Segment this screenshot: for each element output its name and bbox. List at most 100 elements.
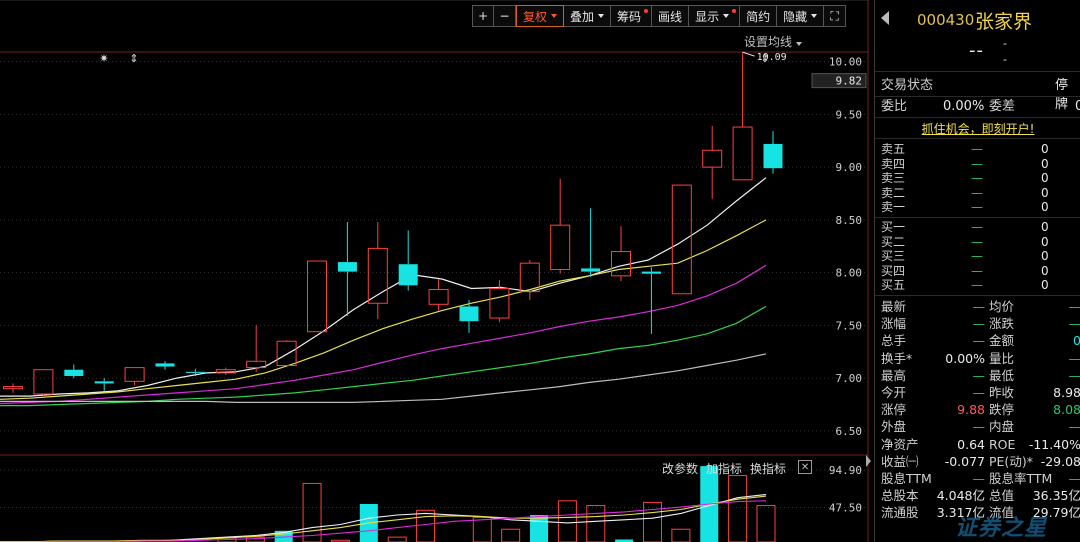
buy-level-1[interactable]: 买一 — 0	[881, 220, 1080, 234]
stock-name: 张家界	[975, 11, 1033, 33]
candle	[732, 52, 753, 181]
weicha-value: 0	[1075, 99, 1080, 114]
level-volume: 0	[1041, 278, 1049, 292]
quote-label: 金额	[989, 333, 1015, 349]
buy-level-3[interactable]: 买三 — 0	[881, 249, 1080, 263]
level-label: 买三	[881, 249, 906, 263]
volume-bar	[756, 505, 776, 542]
level-volume: 0	[1041, 234, 1049, 249]
candle	[519, 259, 540, 301]
volume-bar	[557, 500, 577, 542]
quote-label: 收益㈠	[881, 453, 919, 469]
level-label: 买四	[881, 263, 906, 278]
open-account-link[interactable]: 抓住机会，即刻开户!	[875, 120, 1080, 137]
quote-value: 8.08	[1053, 402, 1080, 418]
quote-row: 最高 — 最低 —	[881, 367, 1080, 384]
quote-value: —	[972, 419, 986, 435]
candle	[671, 184, 692, 295]
sell-level-3[interactable]: 卖三 — 0	[881, 171, 1080, 185]
volume-bar	[643, 501, 663, 542]
event-marker: ⇕	[129, 52, 138, 65]
candle-body	[307, 260, 327, 333]
volume-bar	[472, 516, 492, 542]
quote-value: —	[1068, 419, 1080, 435]
quote-row: 最新 — 均价 —	[881, 298, 1080, 315]
level-price: —	[971, 249, 983, 263]
candle-body	[398, 264, 418, 286]
quote-row: 涨停 9.88 跌停 8.08	[881, 401, 1080, 418]
quote-label: 外盘	[881, 419, 907, 435]
close-icon[interactable]: ✕	[798, 460, 813, 474]
high-pointer	[742, 51, 755, 57]
level-label: 卖三	[881, 171, 906, 185]
quote-value: —	[1068, 299, 1080, 314]
candle	[367, 222, 388, 320]
level-price: —	[971, 220, 983, 234]
volume-ma-lines	[0, 493, 767, 542]
candle	[702, 126, 723, 199]
volume-bar	[387, 536, 407, 542]
candle-body	[155, 363, 175, 367]
level-label: 卖二	[881, 185, 906, 200]
quote-value: 0.00%	[945, 350, 985, 366]
expand-panel-icon[interactable]	[866, 455, 871, 467]
volume-tick-label: 47.50	[829, 502, 862, 515]
candle	[581, 208, 601, 277]
watermark: 证券之星	[955, 516, 1048, 541]
chart-annotations: 10.09✷ ⇕ ⇕	[99, 51, 787, 65]
sell-level-5[interactable]: 卖一 — 0	[881, 200, 1080, 214]
back-arrow-icon[interactable]	[881, 11, 889, 25]
quote-label: 量比	[989, 350, 1015, 366]
quote-value: —	[972, 316, 986, 332]
trade-status-row: 交易状态 停牌	[881, 76, 1080, 112]
quote-label: 最高	[881, 367, 907, 383]
y-tick-label: 8.50	[836, 214, 863, 227]
candle-body	[94, 381, 114, 384]
divider	[875, 117, 1080, 118]
quote-value: —	[972, 333, 986, 349]
candle-body	[732, 126, 753, 181]
quote-row: 外盘 — 内盘 —	[881, 418, 1080, 435]
quote-row: 今开 — 昨收 8.98	[881, 384, 1080, 401]
buy-level-2[interactable]: 买二 — 0	[881, 235, 1080, 249]
candle	[641, 267, 661, 334]
buy-level-5[interactable]: 买五 — 0	[881, 278, 1080, 292]
level-price: —	[971, 278, 983, 292]
stock-header: 000430 张家界 -- - -	[875, 0, 1080, 72]
quote-label: 股息TTM	[881, 471, 932, 486]
level-volume: 0	[1041, 185, 1049, 200]
stock-price: --	[969, 40, 984, 61]
sell-level-2[interactable]: 卖四 — 0	[881, 157, 1080, 171]
level-volume: 0	[1041, 200, 1049, 214]
quote-value: -0.077	[944, 453, 985, 469]
quote-label: 今开	[881, 385, 907, 400]
quote-label: 涨幅	[881, 316, 907, 332]
quote-panel: 000430 张家界 -- - - 交易状态 停牌 委比 0.00% 委差 0 …	[874, 0, 1080, 542]
level-label: 卖四	[881, 156, 906, 171]
sell-level-4[interactable]: 卖二 — 0	[881, 186, 1080, 200]
candle-body	[641, 271, 661, 274]
change-percent: -	[1003, 53, 1007, 66]
quote-label: 均价	[989, 299, 1015, 314]
huanzhibiao-button[interactable]: 换指标	[750, 460, 786, 477]
gaicanshu-button[interactable]: 改参数	[662, 460, 698, 477]
quote-value: 9.88	[957, 402, 985, 418]
candle-body	[581, 268, 601, 272]
quote-row: 股息TTM — 股息率TTM —	[881, 470, 1080, 487]
candle	[94, 378, 114, 391]
quote-value: —	[972, 299, 986, 314]
candles	[3, 52, 783, 397]
jiazhibiao-button[interactable]: 加指标	[706, 460, 742, 477]
volume-bar	[728, 475, 748, 542]
level-label: 卖五	[881, 142, 906, 156]
buy-level-4[interactable]: 买四 — 0	[881, 264, 1080, 278]
sell-level-1[interactable]: 卖五 — 0	[881, 142, 1080, 156]
quote-row: 涨幅 — 涨跌 —	[881, 315, 1080, 332]
quote-label: ROE	[989, 436, 1016, 452]
candle	[33, 369, 54, 397]
volume-bar	[530, 515, 549, 542]
candle-body	[185, 371, 205, 373]
level-price: —	[971, 185, 983, 200]
quote-label: 内盘	[989, 419, 1015, 435]
quote-value: —	[1068, 367, 1080, 383]
